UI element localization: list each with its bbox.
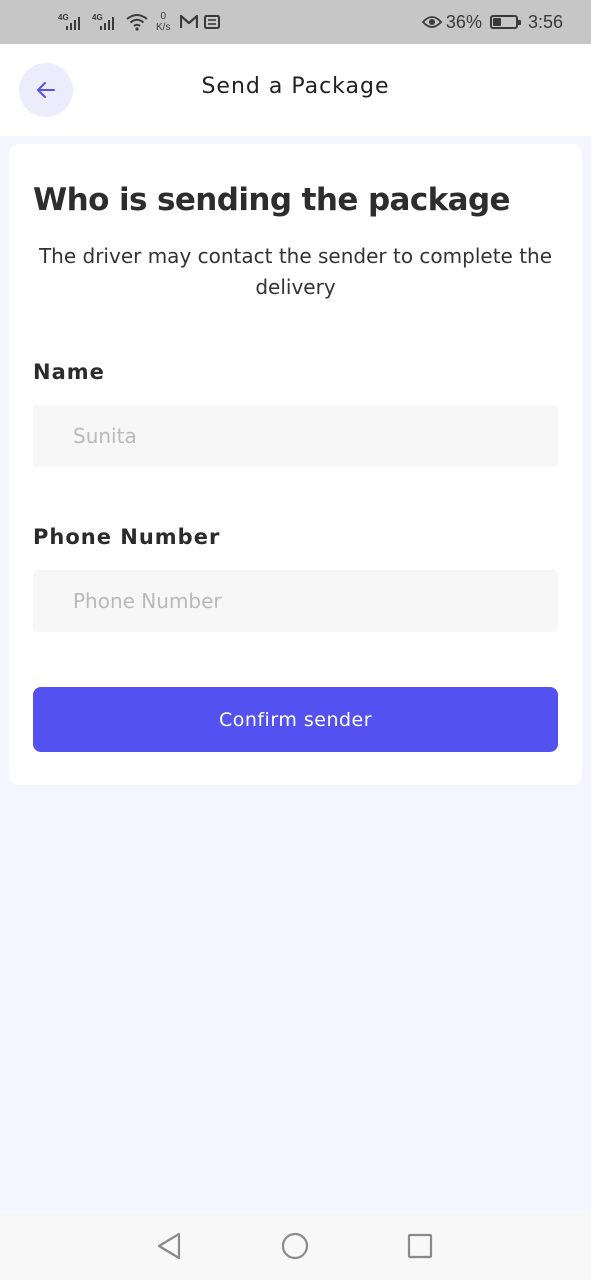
form-title: Who is sending the package bbox=[33, 182, 511, 218]
battery-fill bbox=[492, 18, 501, 26]
battery-icon bbox=[489, 15, 521, 29]
status-bar-right: 36% 3:56 bbox=[421, 8, 563, 36]
battery-percent: 36% bbox=[445, 11, 482, 32]
name-input[interactable] bbox=[33, 405, 558, 467]
nav-back-button[interactable] bbox=[154, 1231, 184, 1261]
signal-icon bbox=[100, 17, 114, 30]
home-circle-icon bbox=[281, 1232, 309, 1260]
confirm-sender-button[interactable]: Confirm sender bbox=[33, 687, 558, 752]
nav-recents-button[interactable] bbox=[405, 1231, 435, 1261]
clock: 3:56 bbox=[527, 11, 563, 32]
signal-icon bbox=[66, 17, 80, 30]
gmail-icon bbox=[180, 15, 199, 28]
recents-square-icon bbox=[407, 1233, 433, 1259]
phone-label: Phone Number bbox=[33, 525, 221, 549]
signal-2: 4G bbox=[92, 11, 120, 33]
page-title: Send a Package bbox=[201, 74, 390, 99]
speed-value: 0 bbox=[160, 11, 166, 22]
speed-unit: K/s bbox=[156, 22, 171, 33]
navigation-bar bbox=[0, 1211, 591, 1280]
signal-1: 4G bbox=[58, 11, 86, 33]
message-icon bbox=[204, 15, 221, 29]
phone-input[interactable] bbox=[33, 570, 558, 632]
name-label: Name bbox=[33, 360, 105, 384]
eye-icon bbox=[421, 16, 442, 28]
status-bar-left: 4G 4G 0 K/s bbox=[58, 8, 221, 36]
nav-home-button[interactable] bbox=[280, 1231, 310, 1261]
sender-form-card: Who is sending the package The driver ma… bbox=[9, 144, 582, 785]
form-subtitle: The driver may contact the sender to com… bbox=[38, 244, 553, 299]
status-bar: 4G 4G 0 K/s 36% 3:56 bbox=[0, 0, 591, 44]
app-header: Send a Package bbox=[0, 44, 591, 136]
back-triangle-icon bbox=[157, 1232, 181, 1260]
wifi-icon bbox=[126, 14, 148, 31]
network-speed: 0 K/s bbox=[156, 11, 170, 33]
